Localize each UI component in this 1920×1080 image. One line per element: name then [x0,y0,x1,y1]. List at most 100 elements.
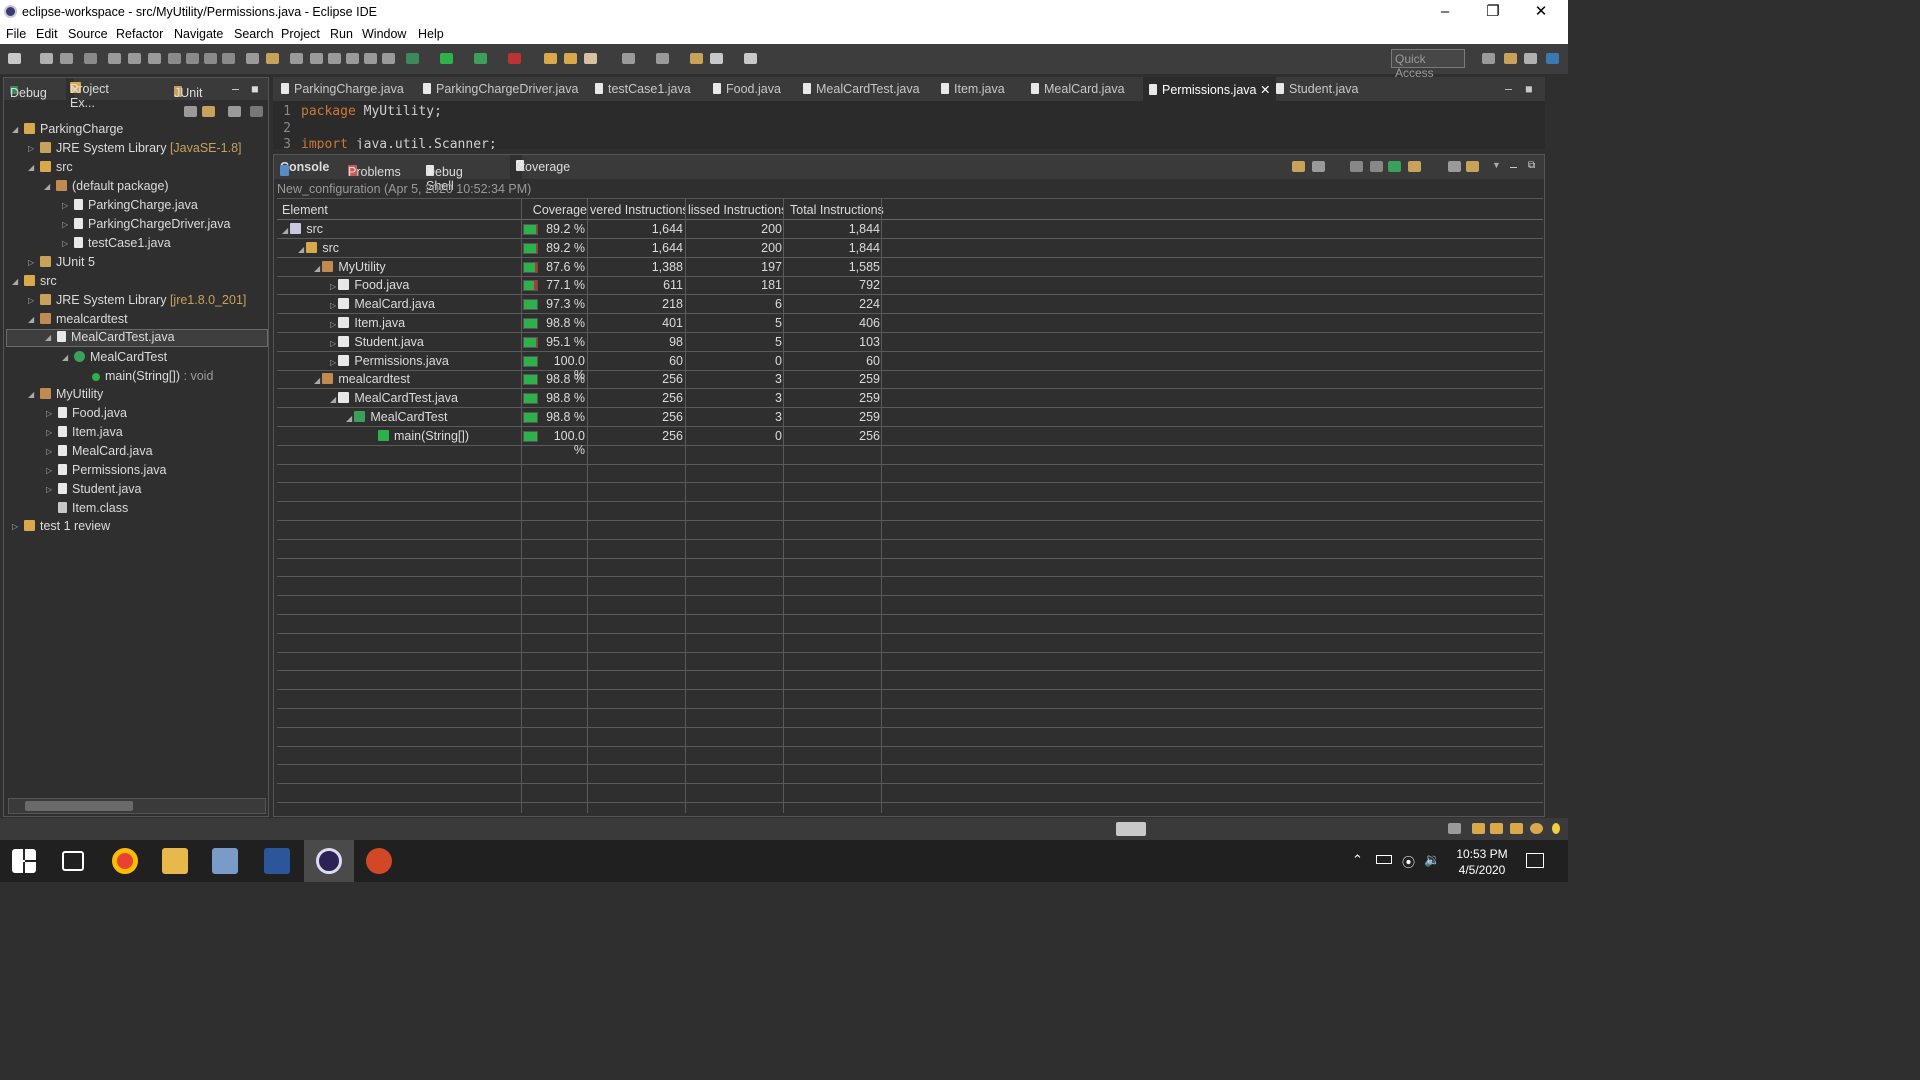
collapse-all-icon[interactable] [1448,161,1461,172]
coverage-row[interactable]: ◢ src 89.2 % 1,644 200 1,844 [277,220,1543,239]
collapsed-arrow-icon[interactable]: ▷ [330,301,338,310]
tip-icon-4[interactable] [1510,823,1523,834]
collapsed-arrow-icon[interactable]: ▷ [28,258,34,267]
expanded-arrow-icon[interactable]: ◢ [62,353,68,362]
tab-parkingchargedriver-java[interactable]: ParkingChargeDriver.java [423,82,578,96]
expanded-arrow-icon[interactable]: ◢ [28,315,34,324]
remove-all-sessions-icon[interactable] [1370,161,1383,172]
tree-item-main-method[interactable]: main(String[]) : void [92,369,213,387]
menu-file[interactable]: File [6,27,26,41]
snipping-tool-icon[interactable] [212,848,238,874]
tree-item-item-class[interactable]: Item.class [58,501,128,519]
use-step-filters-icon[interactable] [266,53,279,64]
debug-perspective-icon[interactable] [1504,53,1517,64]
coverage-row[interactable]: main(String[]) 100.0 % 256 0 256 [277,427,1543,457]
skip-breakpoints-icon[interactable] [84,53,97,64]
close-window-button[interactable]: ✕ [1518,2,1564,22]
expanded-arrow-icon[interactable]: ◢ [28,390,34,399]
eclipse-icon[interactable] [316,848,342,874]
coverage-row[interactable]: ▷ Student.java 95.1 % 98 5 103 [277,333,1543,352]
step-return-icon[interactable] [222,53,235,64]
menu-edit[interactable]: Edit [36,27,58,41]
disconnect-icon[interactable] [168,53,181,64]
toggle-mark-icon[interactable] [328,53,341,64]
block-selection-icon[interactable] [346,53,359,64]
collapsed-arrow-icon[interactable]: ▷ [28,296,34,305]
link-with-selection-icon[interactable] [1466,161,1479,172]
chrome-icon[interactable] [112,848,138,874]
collapsed-arrow-icon[interactable]: ▷ [330,320,338,329]
tab-parkingcharge-java[interactable]: ParkingCharge.java [281,82,404,96]
coverage-row[interactable]: ▷ Permissions.java 100.0 % 60 0 60 [277,352,1543,382]
tree-item-default-package[interactable]: ◢ (default package) [44,179,169,197]
menu-run[interactable]: Run [330,27,353,41]
tip-icon-2[interactable] [1472,823,1485,834]
close-tab-icon[interactable]: ✕ [516,160,526,175]
collapse-all-icon[interactable] [184,106,197,117]
maximize-view-icon[interactable]: ■ [251,82,259,96]
code-line[interactable]: 2 [273,121,301,136]
expanded-arrow-icon[interactable]: ◢ [12,277,18,286]
tree-item-mealcardtest-package[interactable]: ◢ mealcardtest [28,312,128,330]
select-session-icon[interactable] [1408,161,1421,172]
tab-mealcard-java[interactable]: MealCard.java [1031,82,1125,96]
menu-navigate[interactable]: Navigate [174,27,223,41]
collapsed-arrow-icon[interactable]: ▷ [62,239,68,248]
tip-icon-3[interactable] [1490,823,1503,834]
toggle-breadcrumb-icon[interactable] [310,53,323,64]
terminate-icon[interactable] [148,53,161,64]
show-whitespace-icon[interactable] [382,53,395,64]
tip-icon-5[interactable] [1530,823,1543,834]
menu-window[interactable]: Window [362,27,406,41]
restore-view-icon[interactable]: ⧉ [1528,160,1535,171]
menu-search[interactable]: Search [234,27,274,41]
windows-start-icon[interactable] [12,849,36,873]
background-tasks-icon[interactable] [1116,822,1146,836]
wifi-icon[interactable]: ⦿ [1402,852,1415,871]
minimize-button[interactable]: – [1422,2,1468,22]
column-element[interactable]: Element [282,203,520,217]
expanded-arrow-icon[interactable]: ◢ [12,125,18,134]
close-tab-icon[interactable]: ✕ [1260,83,1270,97]
file-explorer-icon[interactable] [162,848,188,874]
collapsed-arrow-icon[interactable]: ▷ [46,485,52,494]
collapsed-arrow-icon[interactable]: ▷ [62,220,68,229]
code-line[interactable]: 3 import java.util.Scanner; [273,137,497,149]
menu-help[interactable]: Help [418,27,444,41]
tree-item-mealcardtest-class[interactable]: ◢ MealCardTest [62,350,167,368]
word-wrap-icon[interactable] [364,53,377,64]
tab-student-java[interactable]: Student.java [1276,82,1359,96]
new-package-icon[interactable] [564,53,577,64]
tree-item-junit5[interactable]: ▷ JUnit 5 [28,255,95,273]
volume-icon[interactable]: 🔉 [1424,852,1440,868]
link-with-editor-icon[interactable] [202,106,215,117]
expanded-arrow-icon[interactable]: ◢ [314,376,322,385]
step-into-icon[interactable] [186,53,199,64]
save-all-icon[interactable] [60,53,73,64]
view-menu-icon[interactable]: ▼ [1492,160,1501,170]
new-java-project-icon[interactable] [544,53,557,64]
taskbar-clock[interactable]: 10:53 PM 4/5/2020 [1454,846,1510,878]
expanded-arrow-icon[interactable]: ◢ [330,395,338,404]
tip-icon-1[interactable] [1448,823,1461,834]
code-line[interactable]: 1 package MyUtility; [273,104,442,119]
collapsed-arrow-icon[interactable]: ▷ [12,522,18,531]
lightbulb-icon[interactable] [1552,823,1560,834]
coverage-row[interactable]: ▷ MealCard.java 97.3 % 218 6 224 [277,295,1543,315]
tab-coverage[interactable]: Coverage ✕ [510,155,570,179]
step-over-icon[interactable] [204,53,217,64]
notification-icon[interactable] [1526,853,1544,868]
suspend-icon[interactable] [128,53,141,64]
expanded-arrow-icon[interactable]: ◢ [314,264,322,273]
collapsed-arrow-icon[interactable]: ▷ [46,428,52,437]
menu-refactor[interactable]: Refactor [116,27,163,41]
minimize-view-icon[interactable]: – [232,82,239,96]
next-annotation-icon[interactable] [622,53,635,64]
powerpoint-icon[interactable] [366,848,392,874]
horizontal-scrollbar[interactable] [8,798,266,814]
collapsed-arrow-icon[interactable]: ▷ [28,144,34,153]
resume-icon[interactable] [108,53,121,64]
menu-source[interactable]: Source [68,27,108,41]
quick-access-input[interactable]: Quick Access [1391,49,1465,80]
tree-item-myutility-package[interactable]: ◢ MyUtility [28,387,103,405]
